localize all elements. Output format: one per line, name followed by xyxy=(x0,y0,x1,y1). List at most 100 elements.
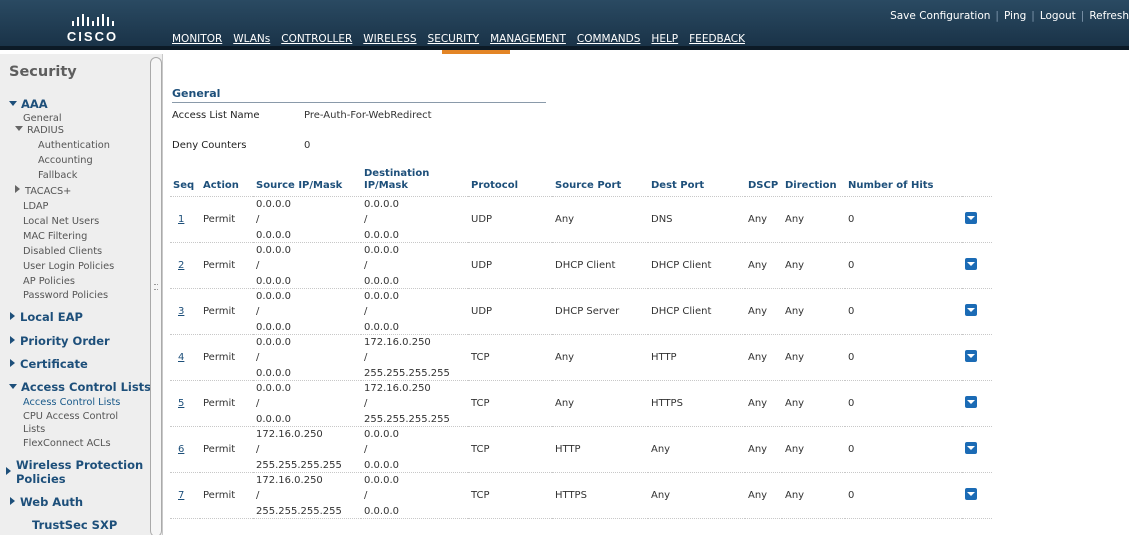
source-mask: 0.0.0.0 xyxy=(256,413,291,425)
source-port-cell: Any xyxy=(552,196,648,243)
nav-commands[interactable]: COMMANDS xyxy=(577,33,650,50)
action-cell: Permit xyxy=(200,380,253,427)
sidebar-item-cpu-acl-lists[interactable]: Lists xyxy=(23,424,45,435)
sidebar-item-authentication[interactable]: Authentication xyxy=(38,140,110,151)
sidebar-item-cpu-acl[interactable]: CPU Access Control xyxy=(23,411,118,422)
direction-cell: Any xyxy=(782,288,845,335)
destination-ip-mask-cell: 0.0.0.0 / 0.0.0.0 xyxy=(361,426,468,473)
table-row: 3 Permit 0.0.0.0/0.0.0.0 0.0.0.0/0.0.0.0… xyxy=(170,288,992,335)
sidebar-item-access-control-lists[interactable]: Access Control Lists xyxy=(9,380,151,394)
col-number-of-hits: Number of Hits xyxy=(848,180,934,191)
source-port-cell: Any xyxy=(552,380,648,427)
nav-wlans[interactable]: WLANs xyxy=(233,33,279,50)
sidebar-item-local-net-users[interactable]: Local Net Users xyxy=(23,216,99,227)
seq-link[interactable]: 1 xyxy=(173,214,184,225)
sidebar-item-label: AAA xyxy=(21,97,48,111)
col-action: Action xyxy=(203,180,239,191)
sidebar-item-local-eap[interactable]: Local EAP xyxy=(10,310,83,324)
sidebar-item-acl-active[interactable]: Access Control Lists xyxy=(23,397,120,408)
sidebar-item-fallback[interactable]: Fallback xyxy=(38,170,77,181)
source-ip: 172.16.0.250 xyxy=(256,474,323,486)
cisco-logo[interactable]: CISCO xyxy=(55,14,130,48)
col-dest-port: Dest Port xyxy=(651,180,705,191)
destination-ip-mask-cell: 172.16.0.250 / 255.255.255.255 xyxy=(361,334,468,381)
seq-cell: 7 xyxy=(170,472,200,519)
hits-cell: 0 xyxy=(845,334,962,381)
dropdown-arrow-icon[interactable] xyxy=(965,212,977,224)
dropdown-arrow-icon[interactable] xyxy=(965,396,977,408)
sidebar-item-ap-policies[interactable]: AP Policies xyxy=(23,276,75,287)
sidebar-item-web-auth[interactable]: Web Auth xyxy=(10,495,83,509)
sidebar-item-certificate[interactable]: Certificate xyxy=(10,357,88,371)
separator: | xyxy=(1031,10,1035,22)
nav-controller[interactable]: CONTROLLER xyxy=(281,33,361,50)
sidebar-item-accounting[interactable]: Accounting xyxy=(38,155,93,166)
dropdown-arrow-icon[interactable] xyxy=(965,488,977,500)
nav-management[interactable]: MANAGEMENT xyxy=(490,33,575,50)
protocol-cell: UDP xyxy=(468,288,552,335)
sidebar-item-user-login-policies[interactable]: User Login Policies xyxy=(23,261,114,272)
seq-link[interactable]: 5 xyxy=(173,398,184,409)
sidebar-item-priority-order[interactable]: Priority Order xyxy=(10,334,110,348)
refresh-link[interactable]: Refresh xyxy=(1089,10,1129,22)
col-seq: Seq xyxy=(173,180,195,191)
sidebar-item-trustsec-sxp[interactable]: TrustSec SXP xyxy=(32,518,117,532)
dropdown-arrow-icon[interactable] xyxy=(965,304,977,316)
ping-link[interactable]: Ping xyxy=(1004,10,1026,22)
seq-link[interactable]: 3 xyxy=(173,306,184,317)
destination-ip-mask-cell: 172.16.0.250 / 255.255.255.255 xyxy=(361,380,468,427)
sidebar-item-ldap[interactable]: LDAP xyxy=(23,201,48,212)
main-content: General Access List Name Pre-Auth-For-We… xyxy=(163,54,1129,535)
destination-ip-mask-cell: 0.0.0.0 / 0.0.0.0 xyxy=(361,242,468,289)
sidebar-item-password-policies[interactable]: Password Policies xyxy=(23,290,108,301)
source-ip: 0.0.0.0 xyxy=(256,290,291,302)
table-row: 2 Permit 0.0.0.0/0.0.0.0 0.0.0.0/0.0.0.0… xyxy=(170,242,992,289)
col-source-port: Source Port xyxy=(555,180,622,191)
dscp-cell: Any xyxy=(745,380,782,427)
destination-mask: 0.0.0.0 xyxy=(364,459,399,471)
dest-port-cell: HTTP xyxy=(648,334,745,381)
source-port-cell: Any xyxy=(552,334,648,381)
col-direction: Direction xyxy=(785,180,837,191)
save-configuration-link[interactable]: Save Configuration xyxy=(890,10,990,22)
source-mask: 0.0.0.0 xyxy=(256,367,291,379)
sidebar-item-tacacs[interactable]: TACACS+ xyxy=(15,185,71,197)
sidebar-item-aaa[interactable]: AAA xyxy=(9,97,48,111)
seq-link[interactable]: 7 xyxy=(173,490,184,501)
nav-feedback[interactable]: FEEDBACK xyxy=(689,33,754,50)
row-menu-cell xyxy=(962,380,992,427)
dscp-cell: Any xyxy=(745,426,782,473)
nav-help[interactable]: HELP xyxy=(651,33,687,50)
source-mask: 0.0.0.0 xyxy=(256,321,291,333)
dropdown-arrow-icon[interactable] xyxy=(965,350,977,362)
hits-cell: 0 xyxy=(845,426,962,473)
table-row: 5 Permit 0.0.0.0 / 0.0.0.0 172.16.0.250 / 25… xyxy=(170,380,992,427)
seq-link[interactable]: 4 xyxy=(173,352,184,363)
main-nav: MONITOR WLANs CONTROLLER WIRELESS SECURI… xyxy=(172,33,756,50)
nav-monitor[interactable]: MONITOR xyxy=(172,33,231,50)
sidebar-item-radius[interactable]: RADIUS xyxy=(15,125,64,136)
destination-ip: 0.0.0.0 xyxy=(364,290,399,302)
sidebar-item-flexconnect-acls[interactable]: FlexConnect ACLs xyxy=(23,438,111,449)
nav-security[interactable]: SECURITY xyxy=(428,33,489,50)
sidebar-item-general[interactable]: General xyxy=(23,113,62,124)
separator: / xyxy=(364,260,368,271)
nav-wireless[interactable]: WIRELESS xyxy=(363,33,425,50)
seq-link[interactable]: 2 xyxy=(173,260,184,271)
sidebar-item-mac-filtering[interactable]: MAC Filtering xyxy=(23,231,87,242)
dest-port-cell: DHCP Client xyxy=(648,242,745,289)
destination-ip: 0.0.0.0 xyxy=(364,428,399,440)
action-cell: Permit xyxy=(200,288,253,335)
source-mask: 0.0.0.0 xyxy=(256,275,291,287)
seq-link[interactable]: 6 xyxy=(173,444,184,455)
dropdown-arrow-icon[interactable] xyxy=(965,258,977,270)
sidebar-item-disabled-clients[interactable]: Disabled Clients xyxy=(23,246,102,257)
sidebar-scrollbar[interactable] xyxy=(150,57,162,535)
logout-link[interactable]: Logout xyxy=(1040,10,1076,22)
sidebar-item-wireless-protection[interactable]: Wireless Protection Policies xyxy=(6,458,143,486)
seq-cell: 3 xyxy=(170,288,200,335)
sidebar-item-label: Priority Order xyxy=(20,334,110,348)
hits-cell: 0 xyxy=(845,380,962,427)
sidebar-item-label: Access Control Lists xyxy=(21,380,152,394)
dropdown-arrow-icon[interactable] xyxy=(965,442,977,454)
